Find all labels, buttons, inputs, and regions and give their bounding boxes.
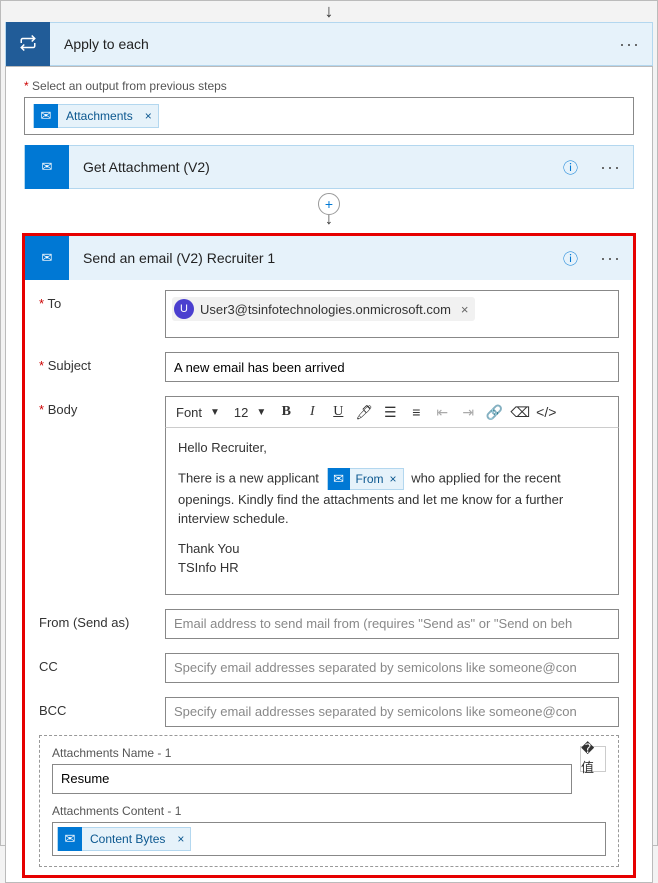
font-size-select[interactable]: 12▼ — [228, 405, 272, 420]
remove-recipient-icon[interactable]: × — [461, 302, 469, 317]
attachment-content-field[interactable]: Content Bytes × — [52, 822, 606, 856]
recipient-chip[interactable]: U User3@tsinfotechnologies.onmicrosoft.c… — [172, 297, 475, 321]
attachment-name-label: Attachments Name - 1 — [52, 746, 572, 760]
from-token-chip[interactable]: From × — [327, 468, 404, 490]
outlook-icon — [25, 236, 69, 280]
attachment-name-input[interactable] — [52, 764, 572, 794]
body-editor[interactable]: Hello Recruiter, There is a new applican… — [165, 428, 619, 595]
from-input[interactable] — [165, 609, 619, 639]
rte-toolbar: Font▼ 12▼ B I U 🖊 ☰ ≡ ⇤ ⇥ 🔗 ⌫ — [165, 396, 619, 428]
apply-to-each-header[interactable]: Apply to each ··· — [5, 22, 653, 66]
send-email-header[interactable]: Send an email (V2) Recruiter 1 ⓘ ··· — [25, 236, 633, 280]
clear-format-button[interactable]: ⌫ — [508, 400, 532, 424]
help-icon[interactable]: ⓘ — [553, 248, 588, 269]
attachment-content-label: Attachments Content - 1 — [52, 804, 606, 818]
apply-to-each-title: Apply to each — [50, 36, 607, 52]
font-select[interactable]: Font▼ — [170, 405, 226, 420]
loop-icon — [6, 22, 50, 66]
remove-token-icon[interactable]: × — [390, 470, 403, 488]
output-label: * Select an output from previous steps — [24, 79, 634, 93]
get-attachment-menu[interactable]: ··· — [588, 157, 633, 178]
outlook-icon — [34, 104, 58, 128]
indent-button[interactable]: ⇥ — [456, 400, 480, 424]
remove-chip-icon[interactable]: × — [139, 109, 158, 123]
numbered-button[interactable]: ≡ — [404, 400, 428, 424]
bold-button[interactable]: B — [274, 400, 298, 424]
attachments-chip[interactable]: Attachments × — [33, 104, 159, 128]
apply-to-each-body: * Select an output from previous steps A… — [5, 66, 653, 883]
bullets-button[interactable]: ☰ — [378, 400, 402, 424]
apply-to-each-menu[interactable]: ··· — [607, 34, 652, 55]
to-field[interactable]: U User3@tsinfotechnologies.onmicrosoft.c… — [165, 290, 619, 338]
link-button[interactable]: 🔗 — [482, 400, 506, 424]
get-attachment-title: Get Attachment (V2) — [69, 159, 553, 175]
switch-mode-button[interactable]: �值 — [580, 746, 606, 772]
outlook-icon — [25, 145, 69, 189]
flow-arrow: ↓ — [6, 211, 652, 229]
underline-button[interactable]: U — [326, 400, 350, 424]
to-label: * To — [39, 290, 165, 311]
get-attachment-card[interactable]: Get Attachment (V2) ⓘ ··· — [24, 145, 634, 189]
bcc-label: BCC — [39, 697, 165, 718]
send-email-menu[interactable]: ··· — [588, 248, 633, 269]
bcc-input[interactable] — [165, 697, 619, 727]
highlight-button[interactable]: 🖊 — [352, 400, 376, 424]
output-selector[interactable]: Attachments × — [24, 97, 634, 135]
send-email-title: Send an email (V2) Recruiter 1 — [69, 250, 553, 266]
outlook-icon — [58, 827, 82, 851]
avatar: U — [174, 299, 194, 319]
flow-arrow-in: ↓ — [1, 1, 657, 22]
help-icon[interactable]: ⓘ — [553, 157, 588, 178]
send-email-card: Send an email (V2) Recruiter 1 ⓘ ··· * T… — [22, 233, 636, 878]
from-label: From (Send as) — [39, 609, 165, 630]
cc-input[interactable] — [165, 653, 619, 683]
attachments-section: Attachments Name - 1 �值 Attachments Cont… — [39, 735, 619, 867]
body-label: * Body — [39, 396, 165, 417]
subject-input[interactable] — [165, 352, 619, 382]
outlook-icon — [328, 468, 350, 490]
content-bytes-chip[interactable]: Content Bytes × — [57, 827, 191, 851]
italic-button[interactable]: I — [300, 400, 324, 424]
recipient-address: User3@tsinfotechnologies.onmicrosoft.com — [200, 302, 451, 317]
subject-label: * Subject — [39, 352, 165, 373]
remove-token-icon[interactable]: × — [171, 832, 190, 846]
code-view-button[interactable]: </> — [534, 400, 558, 424]
cc-label: CC — [39, 653, 165, 674]
outdent-button[interactable]: ⇤ — [430, 400, 454, 424]
